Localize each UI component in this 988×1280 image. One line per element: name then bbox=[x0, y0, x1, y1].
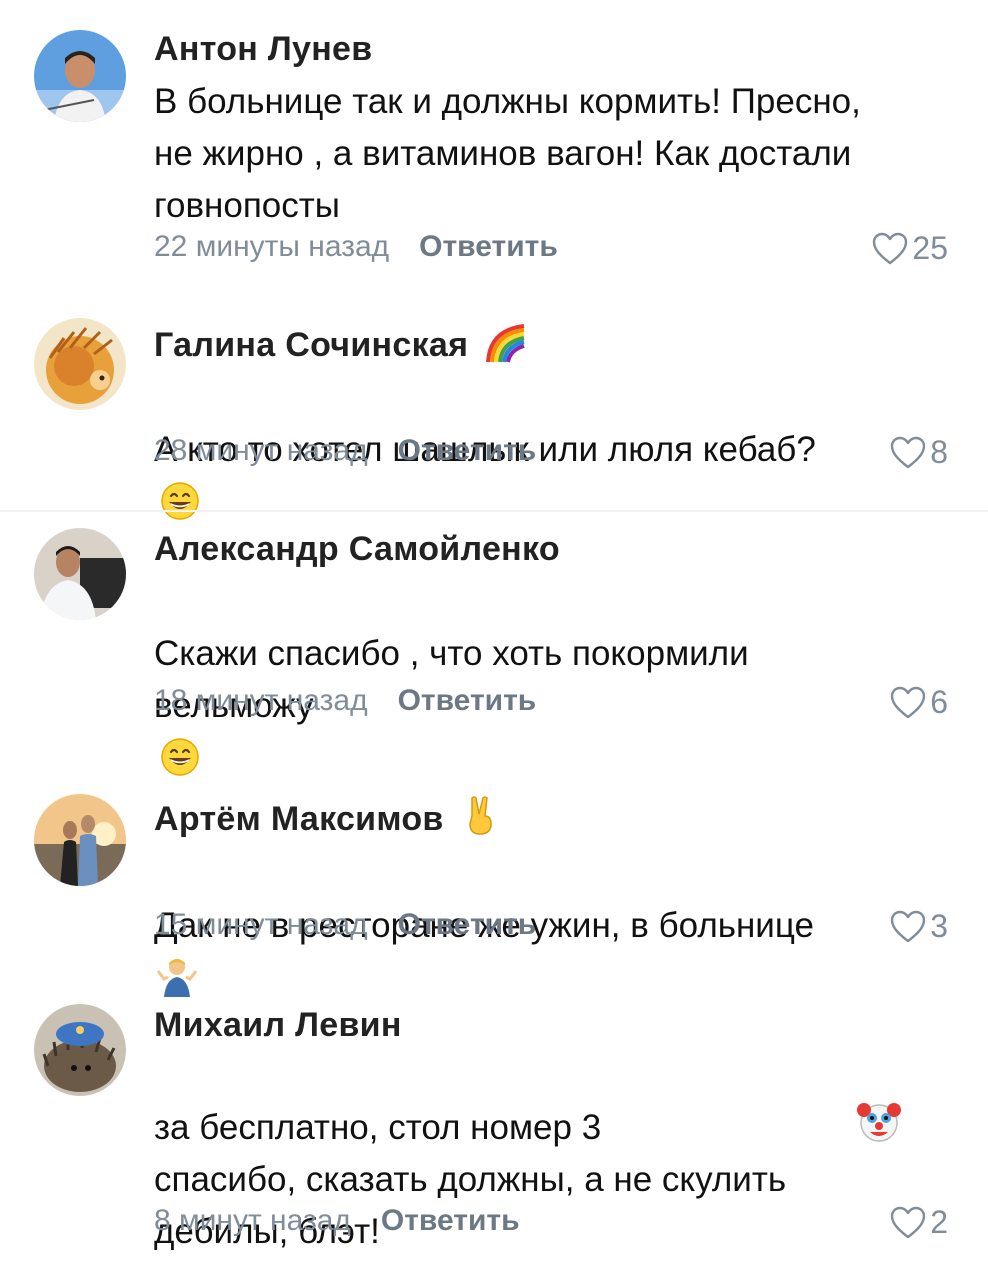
comment-text: В больнице так и должны кормить! Пресно,… bbox=[154, 82, 861, 225]
reply-button[interactable]: Ответить bbox=[398, 908, 537, 941]
clown-face-icon bbox=[857, 1103, 901, 1142]
avatar[interactable] bbox=[34, 528, 126, 620]
shrugging-man-icon bbox=[156, 958, 198, 997]
avatar[interactable] bbox=[34, 318, 126, 410]
avatar-photo-icon bbox=[34, 794, 126, 886]
avatar-photo-icon bbox=[34, 318, 126, 410]
like-count: 2 bbox=[930, 1204, 948, 1240]
heart-icon bbox=[890, 1206, 926, 1240]
heart-icon bbox=[890, 436, 926, 470]
comment-time: 8 минут назад bbox=[154, 1204, 351, 1237]
reply-button[interactable]: Ответить bbox=[381, 1204, 520, 1237]
comment-author[interactable]: Александр Самойленко bbox=[154, 530, 560, 569]
like-count: 3 bbox=[930, 908, 948, 944]
avatar-photo-icon bbox=[34, 528, 126, 620]
reply-button[interactable]: Ответить bbox=[419, 230, 558, 263]
victory-hand-icon bbox=[469, 796, 493, 835]
like-button[interactable]: 6 bbox=[890, 684, 948, 721]
avatar-photo-icon bbox=[34, 30, 126, 122]
comment-meta: 18 минут назад Ответить bbox=[154, 684, 536, 718]
heart-icon bbox=[890, 686, 926, 720]
grinning-face-icon bbox=[160, 481, 200, 521]
comment-time: 22 минуты назад bbox=[154, 230, 390, 263]
like-count: 6 bbox=[930, 684, 948, 720]
comment-meta: 8 минут назад Ответить bbox=[154, 1204, 520, 1238]
comment-time: 28 минут назад bbox=[154, 434, 368, 467]
reply-button[interactable]: Ответить bbox=[398, 684, 537, 717]
avatar[interactable] bbox=[34, 794, 126, 886]
like-count: 25 bbox=[912, 230, 948, 266]
comment-time: 15 минут назад bbox=[154, 908, 368, 941]
comment-author[interactable]: Антон Лунев bbox=[154, 30, 372, 69]
author-name[interactable]: Галина Сочинская bbox=[154, 326, 468, 364]
divider bbox=[0, 510, 988, 512]
like-button[interactable]: 3 bbox=[890, 908, 948, 945]
comment-time: 18 минут назад bbox=[154, 684, 368, 717]
comment-author: Артём Максимов bbox=[154, 796, 497, 839]
comment-meta: 28 минут назад Ответить bbox=[154, 434, 536, 468]
comment-author: Галина Сочинская bbox=[154, 324, 526, 365]
like-count: 8 bbox=[930, 434, 948, 470]
rainbow-icon bbox=[486, 324, 525, 363]
author-name[interactable]: Артём Максимов bbox=[154, 800, 444, 838]
comment-text: Скажи спасибо , что хоть покормили вельм… bbox=[154, 576, 954, 784]
reply-button[interactable]: Ответить bbox=[398, 434, 537, 467]
avatar-photo-icon bbox=[34, 1004, 126, 1096]
avatar[interactable] bbox=[34, 1004, 126, 1096]
comment-meta: 22 минуты назад Ответить bbox=[154, 230, 558, 264]
like-button[interactable]: 8 bbox=[890, 434, 948, 471]
like-button[interactable]: 2 bbox=[890, 1204, 948, 1241]
avatar[interactable] bbox=[34, 30, 126, 122]
like-button[interactable]: 25 bbox=[872, 230, 948, 267]
heart-icon bbox=[890, 910, 926, 944]
comment-meta: 15 минут назад Ответить bbox=[154, 908, 536, 942]
grinning-face-icon bbox=[160, 737, 200, 777]
comment-author[interactable]: Михаил Левин bbox=[154, 1006, 402, 1045]
heart-icon bbox=[872, 232, 908, 266]
